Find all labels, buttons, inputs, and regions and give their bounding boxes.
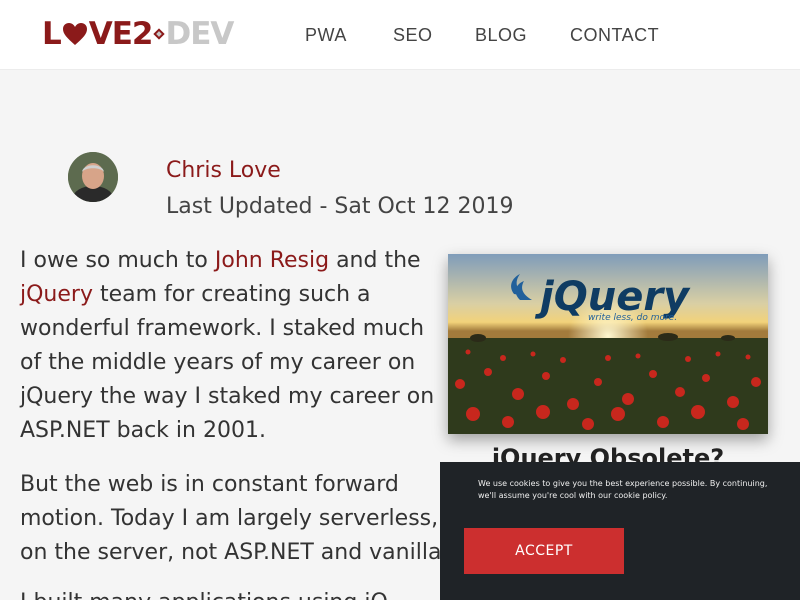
article-paragraph-2: But the web is in constant forward motio… bbox=[20, 468, 460, 570]
logo-text-l: L bbox=[42, 16, 62, 52]
p2-line-3: on the server, not ASP.NET and vanilla J… bbox=[20, 540, 460, 565]
article-paragraph-3: I built many applications using jQ bbox=[20, 586, 460, 600]
diamond-icon bbox=[152, 28, 165, 40]
jquery-link[interactable]: jQuery bbox=[20, 282, 93, 307]
jquery-tagline: write less, do more. bbox=[588, 313, 677, 323]
logo-text-dev: DEV bbox=[165, 16, 235, 52]
accept-cookies-button[interactable]: ACCEPT bbox=[464, 528, 624, 574]
p2-line-1: But the web is in constant forward bbox=[20, 472, 399, 497]
p2-line-2: motion. Today I am largely serverless, l… bbox=[20, 506, 460, 531]
john-resig-link[interactable]: John Resig bbox=[215, 248, 329, 273]
nav-blog[interactable]: BLOG bbox=[475, 25, 527, 46]
site-header: L VE2 DEV PWA SEO BLOG CONTACT bbox=[0, 0, 800, 70]
love2dev-logo[interactable]: L VE2 DEV bbox=[42, 14, 235, 54]
nav-contact[interactable]: CONTACT bbox=[570, 25, 659, 46]
heart-icon bbox=[62, 23, 87, 45]
cookie-banner: We use cookies to give you the best expe… bbox=[440, 462, 800, 600]
p1-text-2: and the bbox=[329, 248, 421, 273]
author-avatar bbox=[68, 152, 118, 202]
nav-seo[interactable]: SEO bbox=[393, 25, 433, 46]
nav-pwa[interactable]: PWA bbox=[305, 25, 347, 46]
p1-text-1: I owe so much to bbox=[20, 248, 215, 273]
author-name-link[interactable]: Chris Love bbox=[166, 158, 281, 183]
logo-text-ve2: VE2 bbox=[88, 16, 154, 52]
last-updated: Last Updated - Sat Oct 12 2019 bbox=[166, 194, 514, 219]
article-paragraph-1: I owe so much to John Resig and the jQue… bbox=[20, 244, 440, 448]
cookie-message: We use cookies to give you the best expe… bbox=[478, 479, 768, 500]
jquery-feature-image: jQuery write less, do more. bbox=[448, 254, 768, 434]
